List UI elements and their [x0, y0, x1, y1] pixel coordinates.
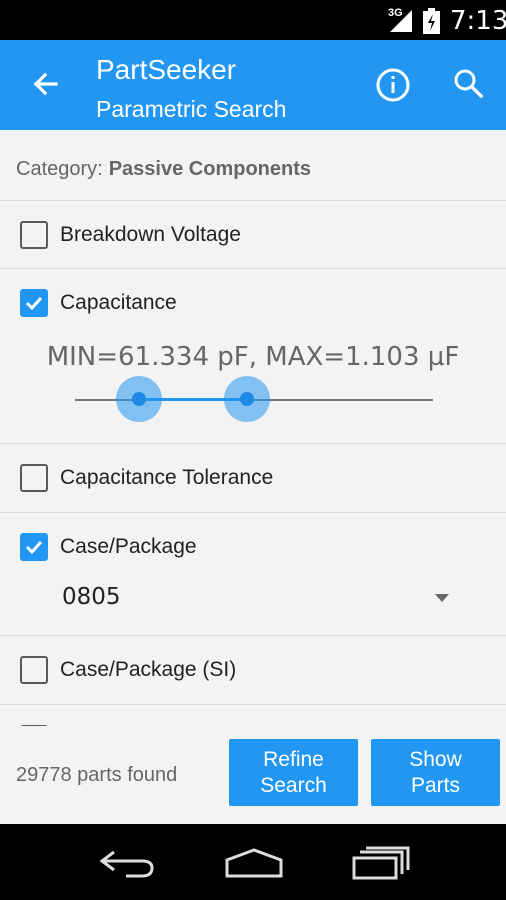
filter-row-case-package[interactable]: Case/Package — [0, 514, 506, 580]
recents-nav-icon[interactable] — [352, 846, 410, 880]
refine-search-button[interactable]: Refine Search — [229, 739, 358, 806]
divider — [0, 704, 506, 705]
category-label: Category: — [16, 158, 103, 180]
results-footer: 29778 parts found Refine Search Show Par… — [0, 726, 506, 824]
signal-icon — [390, 10, 412, 32]
checkmark-icon — [25, 296, 43, 311]
dropdown-caret-icon — [435, 594, 449, 602]
filter-row-partial[interactable] — [0, 706, 506, 726]
filter-row-breakdown-voltage[interactable]: Breakdown Voltage — [0, 202, 506, 268]
category-value: Passive Components — [108, 158, 312, 180]
refine-line1: Refine — [263, 748, 324, 771]
filter-label: Capacitance — [60, 291, 177, 314]
app-bar: PartSeeker Parametric Search — [0, 40, 506, 130]
slider-max-thumb[interactable] — [223, 376, 270, 422]
show-line2: Parts — [410, 774, 460, 797]
show-line1: Show — [409, 748, 462, 771]
filter-label: Case/Package — [60, 535, 197, 558]
show-parts-button[interactable]: Show Parts — [371, 739, 500, 806]
divider — [0, 268, 506, 269]
refine-line2: Search — [260, 774, 327, 797]
divider — [0, 443, 506, 444]
filter-row-case-package-si[interactable]: Case/Package (SI) — [0, 637, 506, 703]
app-title: PartSeeker — [96, 54, 237, 85]
home-nav-icon[interactable] — [224, 848, 284, 880]
filter-list[interactable]: Category: Passive Components Breakdown Vo… — [0, 130, 506, 726]
system-nav-bar — [0, 824, 506, 900]
clock: 7:13 — [450, 6, 506, 36]
filter-label: Capacitance Tolerance — [60, 466, 274, 489]
filter-row-capacitance[interactable]: Capacitance — [0, 270, 506, 336]
checkbox-case-package[interactable] — [20, 533, 48, 561]
filter-label: Case/Package (SI) — [60, 658, 237, 681]
app-subtitle: Parametric Search — [96, 96, 287, 122]
filter-row-capacitance-tolerance[interactable]: Capacitance Tolerance — [0, 445, 506, 511]
status-bar: 3G 7:13 — [0, 0, 506, 40]
divider — [0, 635, 506, 636]
checkbox-case-package-si[interactable] — [20, 656, 48, 684]
checkbox-capacitance[interactable] — [20, 289, 48, 317]
slider-min-thumb[interactable] — [116, 376, 163, 422]
checkmark-icon — [25, 540, 43, 555]
case-package-dropdown[interactable]: 0805 — [62, 578, 462, 618]
battery-icon — [423, 8, 440, 34]
parts-found-count: 29778 parts found — [16, 764, 178, 786]
back-arrow-icon[interactable] — [26, 64, 66, 104]
info-icon[interactable] — [372, 64, 414, 106]
checkbox-capacitance-tolerance[interactable] — [20, 464, 48, 492]
checkbox-breakdown-voltage[interactable] — [20, 221, 48, 249]
capacitance-range-text: MIN=61.334 pF, MAX=1.103 µF — [46, 342, 460, 372]
capacitance-range-slider[interactable] — [75, 376, 433, 422]
divider — [0, 512, 506, 513]
divider — [0, 200, 506, 201]
search-icon[interactable] — [450, 64, 488, 104]
filter-label: Breakdown Voltage — [60, 223, 241, 246]
category-line: Category: Passive Components — [16, 158, 311, 181]
dropdown-value: 0805 — [62, 584, 121, 610]
back-nav-icon[interactable] — [98, 848, 156, 880]
